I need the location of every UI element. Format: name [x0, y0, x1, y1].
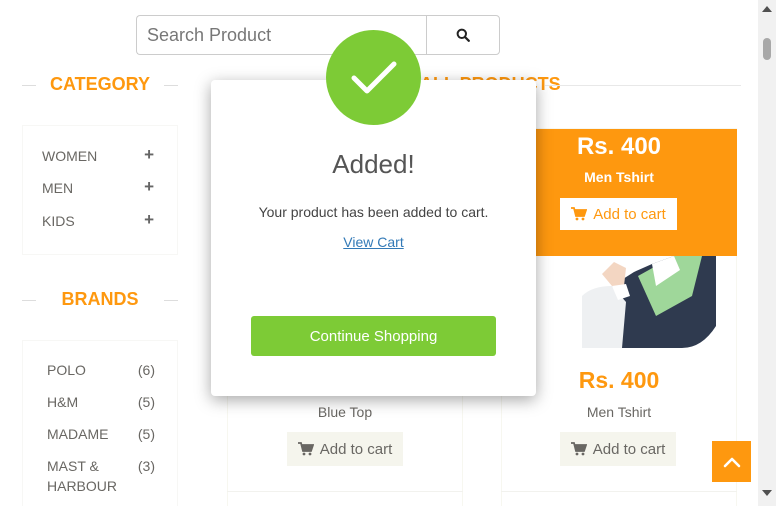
cart-icon [571, 207, 588, 221]
added-to-cart-modal: Added! Your product has been added to ca… [211, 80, 536, 396]
brand-count: (5) [137, 426, 155, 442]
brand-name: H&M [47, 394, 79, 410]
brand-count: (3) [137, 458, 155, 474]
card-divider [501, 491, 737, 492]
add-to-cart-label: Add to cart [319, 440, 393, 458]
brands-panel: POLO (6) H&M (5) MADAME (5) MAST & HARBO… [22, 340, 178, 506]
add-to-cart-label: Add to cart [593, 205, 666, 223]
card-divider [227, 491, 463, 492]
plus-icon[interactable]: + [144, 210, 154, 230]
category-label: WOMEN [42, 148, 98, 164]
page-scrollbar[interactable] [758, 0, 776, 506]
modal-message: Your product has been added to cart. [258, 204, 489, 220]
brand-count: (5) [137, 394, 155, 410]
brand-item-polo[interactable]: POLO (6) [47, 360, 155, 380]
success-badge [326, 30, 421, 125]
brand-name: POLO [47, 362, 86, 378]
scroll-up-arrow-icon[interactable] [762, 6, 772, 12]
heading-divider [545, 85, 741, 86]
product-overlay: Rs. 400 Men Tshirt Add to cart [501, 129, 737, 256]
modal-title: Added! [332, 149, 415, 179]
plus-icon[interactable]: + [144, 145, 154, 165]
category-panel: WOMEN + MEN + KIDS + [22, 125, 178, 255]
continue-shopping-button[interactable]: Continue Shopping [251, 316, 496, 356]
product-name: Blue Top [317, 404, 373, 420]
add-to-cart-label: Add to cart [592, 440, 666, 458]
brand-name: MADAME [47, 426, 109, 442]
search-bar [136, 15, 500, 55]
search-icon [456, 28, 470, 42]
category-item-men[interactable]: MEN + [42, 177, 154, 197]
product-image [582, 256, 716, 348]
plus-icon[interactable]: + [144, 177, 154, 197]
brand-item-mast-harbour[interactable]: MAST & HARBOUR (3) [47, 456, 155, 496]
brand-count: (6) [137, 362, 155, 378]
category-label: KIDS [42, 213, 75, 229]
cart-icon [297, 442, 314, 456]
add-to-cart-button[interactable]: Add to cart [560, 432, 676, 466]
category-label: MEN [42, 180, 74, 196]
view-cart-link[interactable]: View Cart [211, 234, 536, 250]
category-item-kids[interactable]: KIDS + [42, 210, 154, 230]
product-price: Rs. 400 [578, 367, 660, 393]
brands-heading: BRANDS [22, 289, 178, 310]
brand-item-madame[interactable]: MADAME (5) [47, 424, 155, 444]
scroll-down-arrow-icon[interactable] [762, 490, 772, 496]
chevron-up-icon [723, 457, 740, 467]
category-item-women[interactable]: WOMEN + [42, 145, 154, 165]
add-to-cart-button[interactable]: Add to cart [287, 432, 403, 466]
scrollbar-thumb[interactable] [763, 38, 771, 60]
product-name: Men Tshirt [584, 169, 654, 185]
cart-icon [570, 442, 587, 456]
checkmark-icon [351, 61, 396, 93]
product-name: Men Tshirt [586, 404, 652, 420]
category-heading: CATEGORY [22, 74, 178, 95]
brand-item-hm[interactable]: H&M (5) [47, 392, 155, 412]
search-button[interactable] [426, 15, 500, 55]
scroll-to-top-button[interactable] [712, 441, 751, 482]
add-to-cart-button[interactable]: Add to cart [560, 198, 677, 230]
product-price: Rs. 400 [576, 133, 662, 160]
brand-name: MAST & HARBOUR [47, 458, 118, 494]
